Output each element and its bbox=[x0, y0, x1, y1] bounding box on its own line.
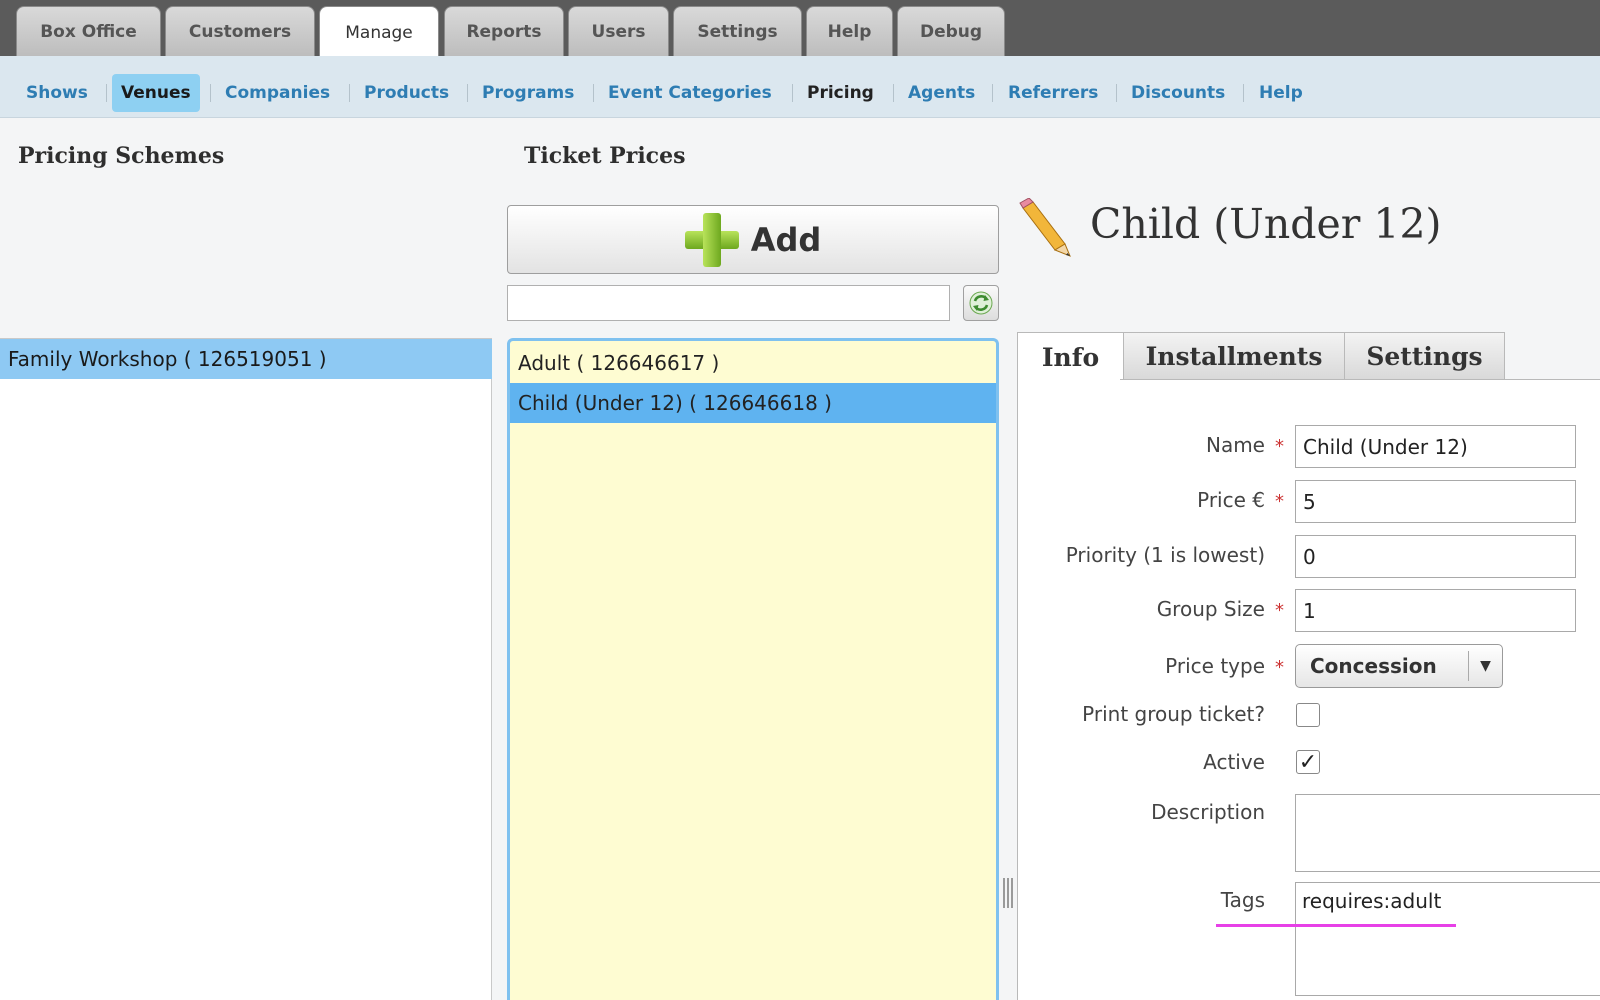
subnav-programs[interactable]: Programs bbox=[482, 74, 574, 112]
tab-settings[interactable]: Settings bbox=[673, 6, 802, 56]
subnav-referrers[interactable]: Referrers bbox=[1008, 74, 1098, 112]
price-type-select[interactable]: Concession ▼ bbox=[1295, 644, 1503, 688]
tab-installments[interactable]: Installments bbox=[1123, 332, 1345, 380]
tab-users[interactable]: Users bbox=[568, 6, 669, 56]
tab-reports[interactable]: Reports bbox=[444, 6, 564, 56]
tab-customers[interactable]: Customers bbox=[165, 6, 315, 56]
checkmark-icon: ✓ bbox=[1298, 749, 1318, 775]
price-field[interactable] bbox=[1295, 480, 1576, 523]
print-group-ticket-label: Print group ticket? bbox=[1082, 702, 1265, 726]
ticket-prices-list: Adult ( 126646617 ) Child (Under 12) ( 1… bbox=[507, 338, 999, 1000]
tab-detail-settings[interactable]: Settings bbox=[1344, 332, 1505, 380]
tags-label: Tags bbox=[1220, 888, 1265, 912]
subnav-separator bbox=[992, 84, 993, 102]
tab-debug[interactable]: Debug bbox=[897, 6, 1005, 56]
group-size-field[interactable] bbox=[1295, 589, 1576, 632]
active-checkbox[interactable]: ✓ bbox=[1296, 749, 1320, 775]
pencil-icon bbox=[1019, 198, 1071, 257]
subnav-help[interactable]: Help bbox=[1259, 74, 1303, 112]
subnav-separator bbox=[893, 84, 894, 102]
panel-resize-handle[interactable] bbox=[1003, 878, 1013, 908]
required-marker: * bbox=[1275, 436, 1284, 457]
subnav-shows[interactable]: Shows bbox=[26, 74, 88, 112]
sub-nav-bar: Shows Venues Companies Products Programs… bbox=[0, 56, 1600, 118]
required-marker: * bbox=[1275, 600, 1284, 621]
subnav-discounts[interactable]: Discounts bbox=[1131, 74, 1225, 112]
subnav-separator bbox=[467, 84, 468, 102]
active-label: Active bbox=[1203, 750, 1265, 774]
tab-info[interactable]: Info bbox=[1017, 332, 1124, 381]
pricing-schemes-list: Family Workshop ( 126519051 ) bbox=[0, 338, 492, 1000]
refresh-button[interactable] bbox=[963, 285, 999, 321]
description-label: Description bbox=[1151, 800, 1265, 824]
refresh-icon bbox=[969, 291, 993, 315]
subnav-event-categories[interactable]: Event Categories bbox=[608, 74, 772, 112]
chevron-down-icon: ▼ bbox=[1468, 651, 1502, 681]
subnav-separator bbox=[1243, 84, 1244, 102]
subnav-companies[interactable]: Companies bbox=[225, 74, 330, 112]
subnav-separator bbox=[1116, 84, 1117, 102]
list-item-ticket-price[interactable]: Adult ( 126646617 ) bbox=[510, 343, 996, 383]
tab-help[interactable]: Help bbox=[806, 6, 893, 56]
list-item-ticket-price[interactable]: Child (Under 12) ( 126646618 ) bbox=[510, 383, 996, 423]
subnav-products[interactable]: Products bbox=[364, 74, 449, 112]
tab-box-office[interactable]: Box Office bbox=[16, 6, 161, 56]
name-field[interactable] bbox=[1295, 425, 1576, 468]
ticket-prices-heading: Ticket Prices bbox=[524, 143, 686, 169]
tags-annotation-underline bbox=[1216, 924, 1456, 927]
tags-field[interactable]: requires:adult bbox=[1295, 882, 1600, 996]
pricing-schemes-heading: Pricing Schemes bbox=[18, 143, 225, 169]
subnav-separator bbox=[792, 84, 793, 102]
price-type-label: Price type bbox=[1165, 654, 1265, 678]
subnav-separator bbox=[210, 84, 211, 102]
price-type-value: Concession bbox=[1310, 654, 1437, 678]
list-item-pricing-scheme[interactable]: Family Workshop ( 126519051 ) bbox=[0, 339, 492, 379]
group-size-label: Group Size bbox=[1156, 597, 1265, 621]
print-group-ticket-checkbox[interactable] bbox=[1296, 703, 1320, 727]
description-field[interactable] bbox=[1295, 794, 1600, 872]
add-ticket-price-button[interactable]: Add bbox=[507, 205, 999, 274]
plus-icon bbox=[684, 212, 739, 267]
subnav-separator bbox=[106, 84, 107, 102]
add-button-label: Add bbox=[750, 220, 822, 259]
subnav-pricing[interactable]: Pricing bbox=[807, 74, 874, 112]
priority-label: Priority (1 is lowest) bbox=[1065, 543, 1265, 567]
priority-field[interactable] bbox=[1295, 535, 1576, 578]
subnav-agents[interactable]: Agents bbox=[908, 74, 975, 112]
tab-manage[interactable]: Manage bbox=[319, 6, 439, 58]
price-label: Price € bbox=[1197, 488, 1265, 512]
subnav-separator bbox=[349, 84, 350, 102]
subnav-venues[interactable]: Venues bbox=[112, 74, 200, 112]
name-label: Name bbox=[1205, 433, 1265, 457]
required-marker: * bbox=[1275, 491, 1284, 512]
subnav-separator bbox=[593, 84, 594, 102]
main-nav-bar: Box Office Customers Manage Reports User… bbox=[0, 0, 1600, 58]
required-marker: * bbox=[1275, 657, 1284, 678]
ticket-price-filter-input[interactable] bbox=[507, 285, 950, 321]
ticket-price-title: Child (Under 12) bbox=[1090, 200, 1442, 248]
